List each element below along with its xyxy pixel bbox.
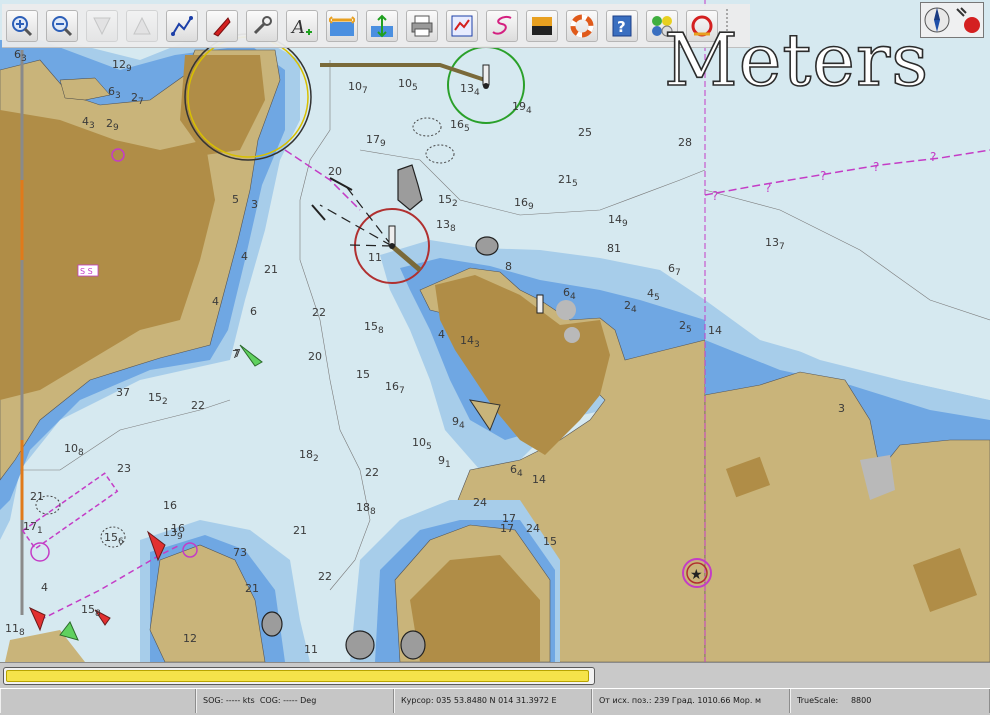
depth-sounding: 16: [163, 499, 177, 512]
nav-widget[interactable]: [920, 2, 984, 38]
depth-sounding: 23: [117, 462, 131, 475]
range-bearing: От исх. поз.: 239 Град. 1010.66 Мор. м: [592, 689, 790, 713]
cursor-position: Курсор: 035 53.8480 N 014 31.3972 E: [394, 689, 592, 713]
depth-sounding: 4: [241, 250, 248, 263]
depth-sounding: 15: [543, 535, 557, 548]
depth-sounding: 15: [356, 368, 370, 381]
gps-status-icon[interactable]: [954, 5, 982, 35]
depth-sounding: 37: [116, 386, 130, 399]
cog-value: COG: ----- Deg: [259, 696, 317, 705]
depth-sounding: 11: [304, 643, 318, 656]
depth-sounding: 11: [368, 251, 382, 264]
depth-sounding: 20: [328, 165, 342, 178]
tide-icon: [370, 14, 394, 38]
depth-sounding: 22: [365, 466, 379, 479]
depth-sounding: 3: [251, 198, 258, 211]
help-button[interactable]: ?: [606, 9, 638, 42]
depth-sounding: 20: [308, 350, 322, 363]
progress-fill: [6, 670, 589, 682]
color-scheme-button[interactable]: [526, 9, 558, 42]
zoom-out-button[interactable]: [46, 9, 78, 42]
depth-sounding: 21: [293, 524, 307, 537]
svg-text:?: ?: [930, 150, 936, 164]
current-icon: [329, 14, 355, 38]
depth-sounding: 14: [708, 324, 722, 337]
ais-button[interactable]: [206, 9, 238, 42]
depth-sounding: 4: [438, 328, 445, 341]
sog-value: SOG: ----- kts: [203, 696, 255, 705]
depth-sounding: 5: [232, 193, 239, 206]
depth-sounding: 24: [526, 522, 540, 535]
depth-sounding: 14: [532, 473, 546, 486]
ss-label: S S: [80, 267, 93, 276]
status-sog-cog: SOG: ----- kts COG: ----- Deg: [196, 689, 394, 713]
text-icon: A: [290, 14, 314, 38]
depth-sounding: 21: [30, 490, 44, 503]
depth-sounding: 4: [212, 295, 219, 308]
depth-sounding: 7: [232, 348, 239, 361]
text-button[interactable]: A: [286, 9, 318, 42]
depth-sounding: 4: [41, 581, 48, 594]
scale-out-icon: [130, 14, 154, 38]
depth-sounding: 6: [250, 305, 257, 318]
settings-icon: [250, 14, 274, 38]
route-button[interactable]: [166, 9, 198, 42]
scale-out-button[interactable]: [126, 9, 158, 42]
depth-sounding: 8: [505, 260, 512, 273]
zoom-out-icon: [50, 14, 74, 38]
depth-sounding: 3: [838, 402, 845, 415]
scale-in-button[interactable]: [86, 9, 118, 42]
scale-in-icon: [90, 14, 114, 38]
ais-icon: [210, 14, 234, 38]
track-button[interactable]: [486, 9, 518, 42]
print-icon: [410, 14, 434, 38]
track-icon: [490, 14, 514, 38]
progress-track: [3, 667, 595, 685]
depth-sounding: 21: [264, 263, 278, 276]
depth-sounding: 21: [245, 582, 259, 595]
color-scheme-icon: [530, 14, 554, 38]
status-bar: SOG: ----- kts COG: ----- Deg Курсор: 03…: [0, 688, 990, 715]
route-manager-button[interactable]: [446, 9, 478, 42]
help-icon: ?: [610, 14, 634, 38]
settings-button[interactable]: [246, 9, 278, 42]
depth-sounding: 25: [578, 126, 592, 139]
true-scale-value: 8800: [850, 696, 872, 705]
svg-text:A: A: [290, 17, 305, 38]
status-empty: [0, 689, 196, 713]
zoom-in-icon: [10, 14, 34, 38]
depth-sounding: 28: [678, 136, 692, 149]
true-scale-label: TrueScale:: [797, 696, 839, 705]
chart-canvas[interactable]: ★ S S ? ? ? ? ? 129 27 43 29 107 105 134…: [0, 0, 990, 662]
zoom-in-button[interactable]: [6, 9, 38, 42]
depth-sounding: 22: [318, 570, 332, 583]
mob-icon: [570, 14, 594, 38]
svg-text:?: ?: [617, 18, 626, 36]
svg-text:?: ?: [712, 189, 718, 203]
svg-text:?: ?: [765, 181, 771, 195]
svg-text:?: ?: [873, 160, 879, 174]
main-toolbar: A?: [2, 4, 750, 48]
depth-sounding: 22: [191, 399, 205, 412]
depth-sounding: 81: [607, 242, 621, 255]
depth-sounding: 12: [183, 632, 197, 645]
depth-sounding: 24: [473, 496, 487, 509]
depth-sounding: 73: [233, 546, 247, 559]
tide-button[interactable]: [366, 9, 398, 42]
depth-units-label: Meters: [663, 18, 930, 102]
true-scale: TrueScale: 8800: [790, 689, 990, 713]
depth-sounding: 22: [312, 306, 326, 319]
svg-text:★: ★: [690, 567, 703, 583]
print-button[interactable]: [406, 9, 438, 42]
current-button[interactable]: [326, 9, 358, 42]
route-manager-icon: [450, 14, 474, 38]
depth-sounding: 17: [502, 512, 516, 525]
route-icon: [170, 14, 194, 38]
progress-area: [0, 662, 990, 689]
mob-button[interactable]: [566, 9, 598, 42]
svg-text:?: ?: [820, 169, 826, 183]
